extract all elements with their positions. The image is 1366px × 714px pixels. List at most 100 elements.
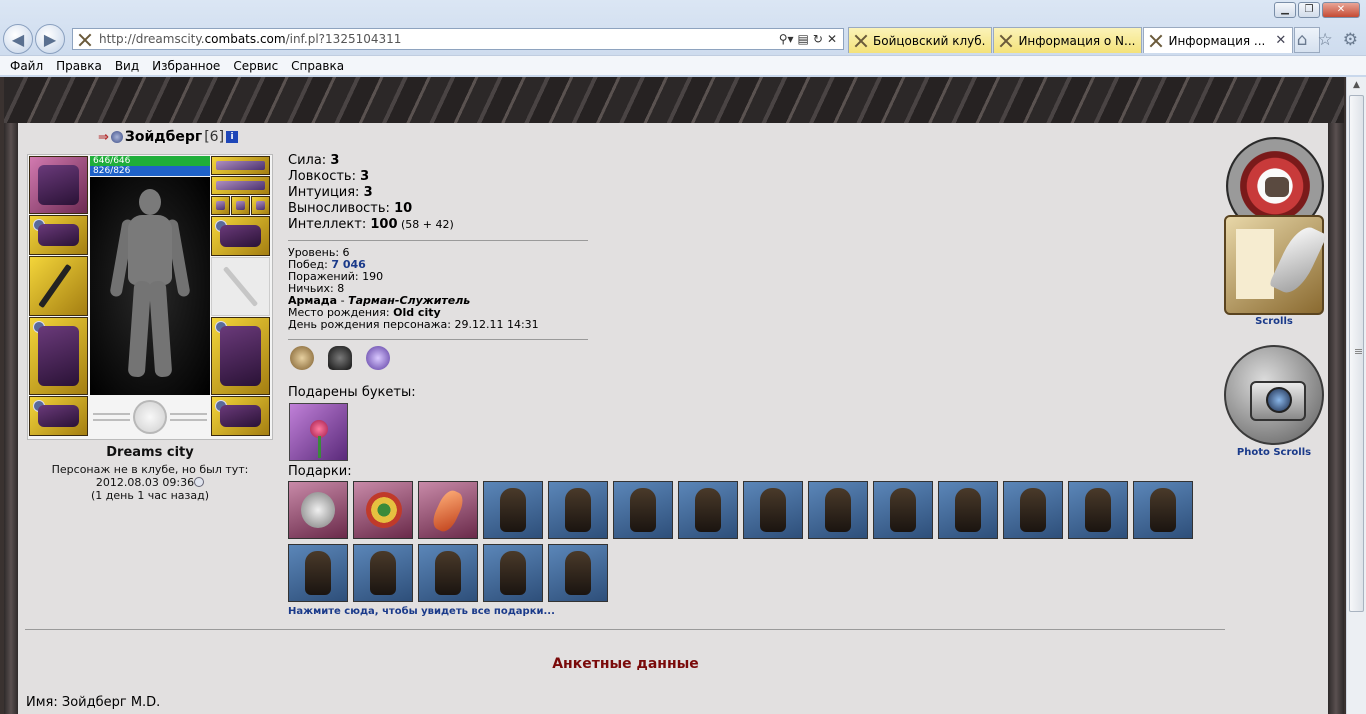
gift-monk[interactable] (548, 481, 608, 539)
scrollbar-thumb[interactable] (1349, 95, 1364, 612)
gloves-slot[interactable] (211, 216, 270, 256)
magic-orb-effect-icon[interactable] (366, 346, 390, 370)
tab-info-1[interactable]: Информация о N... (993, 27, 1143, 53)
earring-slot[interactable] (211, 156, 270, 175)
menu-view[interactable]: Вид (115, 59, 139, 73)
gift-monk[interactable] (1068, 481, 1128, 539)
menu-favorites[interactable]: Избранное (152, 59, 220, 73)
empty-sword-icon (222, 266, 259, 307)
profile-section-title: Анкетные данные (552, 656, 699, 672)
stat-endurance: Выносливость: 10 (288, 201, 454, 217)
restore-button[interactable]: ❐ (1298, 2, 1320, 18)
menu-edit[interactable]: Правка (56, 59, 102, 73)
offhand-slot[interactable] (211, 257, 270, 316)
gift-monk[interactable] (288, 544, 348, 602)
menu-tools[interactable]: Сервис (233, 59, 278, 73)
photo-camera-icon[interactable] (1224, 345, 1324, 445)
menu-help[interactable]: Справка (291, 59, 344, 73)
tab-info-active[interactable]: Информация ... ✕ (1143, 27, 1294, 53)
gift-monk[interactable] (1003, 481, 1063, 539)
hp-bar: 646/646 (90, 156, 210, 166)
fist-icon (1265, 177, 1289, 197)
last-seen-time: 2012.08.03 09:36 (95, 476, 195, 489)
all-gifts-link[interactable]: Нажмите сюда, чтобы увидеть все подарки.… (288, 606, 555, 617)
leggings-slot[interactable] (211, 317, 270, 395)
home-icon[interactable]: ⌂ (1297, 30, 1308, 50)
gift-monk[interactable] (483, 544, 543, 602)
monk-gift-icon (760, 488, 786, 532)
tab-favicon-icon (1148, 33, 1164, 49)
info-icon[interactable]: i (226, 131, 239, 143)
gift-monk[interactable] (548, 544, 608, 602)
tab-close-icon[interactable]: ✕ (1275, 33, 1286, 48)
compat-view-icon[interactable]: ▤ (798, 32, 809, 46)
stat-strength: Сила: 3 (288, 153, 454, 169)
vertical-scrollbar[interactable]: ▲ (1346, 77, 1366, 714)
ring-item-icon (216, 201, 225, 210)
close-window-button[interactable]: ✕ (1322, 2, 1360, 18)
fight-club-emblem-icon (90, 397, 210, 437)
stat-label: Ловкость: (288, 169, 361, 184)
gifts-label: Подарки: (288, 464, 352, 479)
stat-value: 10 (394, 201, 413, 216)
tab-label: Информация о N... (1018, 33, 1136, 48)
scrolls-link[interactable]: Scrolls (1224, 316, 1324, 327)
amulet-slot[interactable] (211, 176, 270, 195)
emblem-ring (133, 400, 167, 434)
monk-gift-icon (435, 551, 461, 595)
photo-scrolls-link[interactable]: Photo Scrolls (1224, 447, 1324, 458)
gift-monk[interactable] (353, 544, 413, 602)
helmet-slot[interactable] (29, 156, 88, 214)
address-bar[interactable]: http://dreamscity.combats.com/inf.pl?132… (72, 28, 844, 50)
refresh-icon[interactable]: ↻ (813, 32, 823, 46)
favorites-star-icon[interactable]: ☆ (1318, 30, 1333, 50)
gift-crystal[interactable] (418, 481, 478, 539)
menu-file[interactable]: Файл (10, 59, 43, 73)
ring-slot-3[interactable] (251, 196, 270, 215)
monk-gift-icon (695, 488, 721, 532)
last-visit-info: Персонаж не в клубе, но был тут: 2012.08… (27, 463, 273, 502)
address-url[interactable]: http://dreamscity.combats.com/inf.pl?132… (99, 32, 779, 46)
monk-gift-icon (630, 488, 656, 532)
forward-button[interactable]: ▶ (35, 24, 65, 54)
bouquet-item[interactable] (289, 403, 348, 461)
gift-monk[interactable] (483, 481, 543, 539)
tab-label: Информация ... (1168, 33, 1266, 48)
ring-slot-1[interactable] (211, 196, 230, 215)
back-button[interactable]: ◀ (3, 24, 33, 54)
camera-lens (1266, 387, 1292, 413)
gift-monk[interactable] (678, 481, 738, 539)
search-icon[interactable]: ⚲▾ (779, 32, 794, 46)
gift-monk[interactable] (418, 544, 478, 602)
armor-slot[interactable] (29, 317, 88, 395)
gift-monk[interactable] (938, 481, 998, 539)
clan-emblem-icon[interactable] (110, 131, 123, 143)
private-message-arrow-icon[interactable]: ⇒ (98, 130, 109, 145)
monk-gift-icon (565, 551, 591, 595)
gift-monk[interactable] (873, 481, 933, 539)
last-seen-ago: (1 день 1 час назад) (90, 489, 210, 502)
compass-effect-icon[interactable] (290, 346, 314, 370)
gift-shield[interactable] (288, 481, 348, 539)
gift-monk[interactable] (613, 481, 673, 539)
weapon-slot[interactable] (29, 256, 88, 316)
bouquets-label: Подарены букеты: (288, 385, 416, 400)
belt-slot[interactable] (29, 396, 88, 436)
stop-icon[interactable]: ✕ (827, 32, 837, 46)
minimize-button[interactable]: ▁ (1274, 2, 1296, 18)
monk-gift-icon (370, 551, 396, 595)
ring-slot-2[interactable] (231, 196, 250, 215)
gift-target[interactable] (353, 481, 413, 539)
helmet-effect-icon[interactable] (328, 346, 352, 370)
scrolls-book-icon[interactable] (1224, 215, 1328, 315)
character-info-panel: ⇒ Зойдберг [6] i 646/646 826/826 Dreams … (18, 123, 1328, 714)
bracers-slot[interactable] (29, 215, 88, 255)
leggings-item-icon (220, 326, 261, 386)
boots-slot[interactable] (211, 396, 270, 436)
gift-monk[interactable] (743, 481, 803, 539)
gift-monk[interactable] (808, 481, 868, 539)
gift-monk[interactable] (1133, 481, 1193, 539)
settings-gear-icon[interactable]: ⚙ (1343, 30, 1358, 50)
tab-fight-club[interactable]: Бойцовский клуб. (848, 27, 993, 53)
scroll-up-arrow-icon[interactable]: ▲ (1347, 77, 1366, 94)
